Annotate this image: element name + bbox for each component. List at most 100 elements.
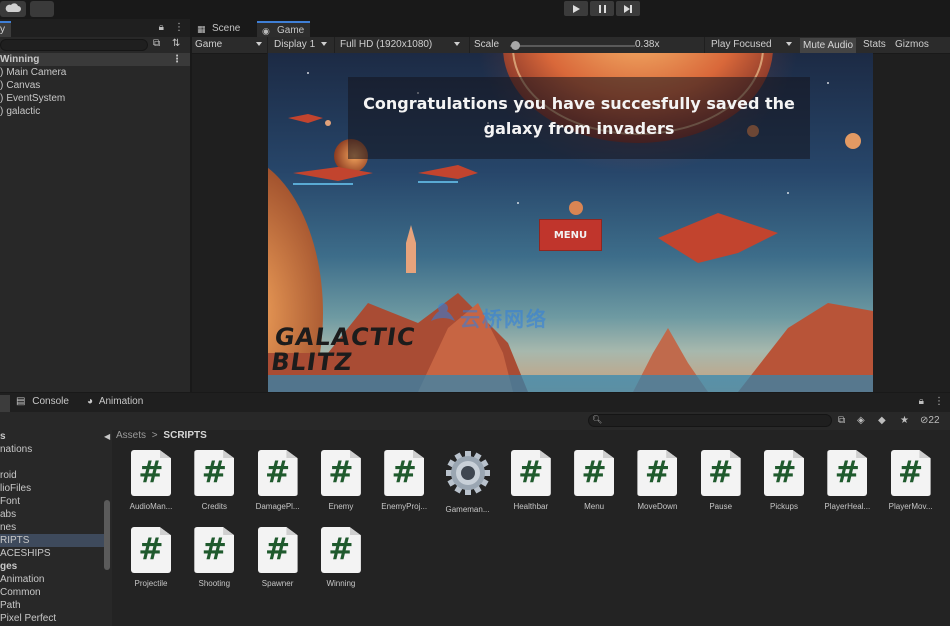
folder-tree-item[interactable] (0, 456, 108, 469)
play-mode-dropdown[interactable]: Play Focused (711, 39, 792, 50)
asset-item[interactable]: # Menu (565, 450, 623, 511)
asset-item[interactable]: # DamagePl... (249, 450, 307, 511)
folder-tree-item[interactable]: RIPTS (0, 534, 108, 547)
scale-slider-track[interactable] (510, 45, 635, 47)
hierarchy-item[interactable]: ) galactic (0, 105, 190, 118)
play-icon (572, 4, 580, 13)
chevron-down-icon (454, 42, 461, 47)
project-search-input[interactable]: 🔍︎ (588, 414, 832, 427)
folder-tree: s nations roid lioFiles Font abs nes RIPTS ACESH… (0, 430, 110, 626)
asset-name: Pause (709, 502, 733, 511)
scene-row[interactable]: Winning ⋮ (0, 53, 190, 66)
hierarchy-item[interactable]: ) Main Camera (0, 66, 190, 79)
folder-tree-item[interactable]: nes (0, 521, 108, 534)
display-dropdown[interactable]: Display 1 (274, 39, 328, 50)
asset-item[interactable]: # EnemyProj... (375, 450, 433, 511)
chevron-down-icon (785, 42, 792, 47)
lock-icon[interactable]: 🔒︎ (919, 396, 924, 407)
folder-tree-item[interactable]: Font (0, 495, 108, 508)
tab-hierarchy[interactable]: y (0, 21, 11, 37)
tab-game[interactable]: ◉ Game (257, 21, 311, 37)
asset-item[interactable]: # Healthbar (502, 450, 560, 511)
scale-slider-handle[interactable] (511, 41, 520, 50)
asset-item[interactable]: # Pickups (755, 450, 813, 511)
asset-item[interactable]: # PlayerHeal... (818, 450, 876, 511)
play-controls (562, 0, 642, 18)
step-button[interactable] (616, 1, 640, 16)
search-by-type-icon[interactable]: ⧉ (838, 415, 845, 426)
search-by-type-icon[interactable]: ⧉ (153, 38, 160, 49)
asset-item[interactable]: # Projectile (122, 527, 180, 588)
folder-tree-item[interactable]: nations (0, 443, 108, 456)
asset-name: DamagePl... (255, 502, 300, 511)
stats-button[interactable]: Stats (863, 39, 886, 50)
tab-project[interactable] (0, 395, 10, 412)
folder-tree-item[interactable]: ACESHIPS (0, 547, 108, 560)
tab-console[interactable]: ▤ Console (16, 396, 69, 407)
view-mode-dropdown[interactable]: Game (195, 39, 263, 50)
game-viewport[interactable]: Congratulations you have succesfully sav… (268, 53, 873, 392)
asset-item[interactable]: # AudioMan... (122, 450, 180, 511)
asset-name: AudioMan... (129, 502, 173, 511)
asset-name: PlayerMov... (888, 502, 933, 511)
folder-tree-item[interactable]: Pixel Perfect (0, 612, 108, 625)
folder-tree-item[interactable]: Path (0, 599, 108, 612)
asset-item[interactable]: # Enemy (312, 450, 370, 511)
folder-tree-item[interactable]: abs (0, 508, 108, 521)
folder-tree-item[interactable]: lioFiles (0, 482, 108, 495)
menu-button[interactable]: MENU (539, 219, 602, 251)
hierarchy-item[interactable]: ) Canvas (0, 79, 190, 92)
breadcrumb-assets[interactable]: Assets (116, 430, 146, 441)
asset-item[interactable]: # Shooting (185, 527, 243, 588)
account-button[interactable] (30, 1, 54, 17)
asset-item[interactable]: Gameman... (439, 450, 497, 514)
step-icon (624, 4, 632, 13)
csharp-script-icon: # (194, 527, 235, 573)
folder-tree-item[interactable]: s (0, 430, 108, 443)
folder-tree-scrollbar[interactable] (104, 500, 110, 570)
lock-icon[interactable]: 🔒︎ (159, 22, 164, 33)
hidden-packages-toggle[interactable]: ⊘22 (920, 415, 940, 426)
tab-animation[interactable]: ◕ Animation (87, 396, 143, 407)
favorite-star-icon[interactable]: ★ (900, 415, 909, 426)
scale-label: Scale (474, 39, 500, 50)
mute-audio-button[interactable]: Mute Audio (800, 38, 857, 53)
console-icon: ▤ (16, 396, 26, 407)
gameobject-icon: ) (0, 80, 4, 91)
resolution-dropdown[interactable]: Full HD (1920x1080) (340, 39, 461, 50)
csharp-script-icon: # (510, 450, 551, 496)
project-toolrow: 🔍︎ ⧉ ◈ ◆ ★ ⊘22 (0, 412, 950, 430)
asset-name: PlayerHeal... (824, 502, 871, 511)
sort-icon[interactable]: ⇅ (172, 38, 180, 49)
asset-name: Menu (584, 502, 605, 511)
folder-tree-item[interactable]: Common (0, 586, 108, 599)
asset-name: Pickups (769, 502, 798, 511)
label-icon[interactable]: ◆ (878, 415, 886, 426)
folder-tree-item[interactable]: roid (0, 469, 108, 482)
game-tabbar: ▦ Scene ◉ Game (192, 19, 950, 37)
hierarchy-item[interactable]: ) EventSystem (0, 92, 190, 105)
breadcrumb-scripts[interactable]: SCRIPTS (163, 430, 206, 441)
asset-item[interactable]: # PlayerMov... (882, 450, 940, 511)
asset-item[interactable]: # Pause (692, 450, 750, 511)
more-options-icon[interactable]: ⋮ (934, 396, 944, 407)
filter-icon[interactable]: ◈ (857, 415, 865, 426)
collapse-arrow-icon[interactable]: ◀ (104, 432, 110, 441)
hierarchy-search-input[interactable] (0, 39, 148, 51)
scene-menu-icon[interactable]: ⋮ (172, 53, 182, 66)
folder-tree-item[interactable]: Animation (0, 573, 108, 586)
cloud-button[interactable] (0, 1, 26, 17)
pause-button[interactable] (590, 1, 614, 16)
play-button[interactable] (564, 1, 588, 16)
csharp-script-icon: # (320, 527, 361, 573)
more-options-icon[interactable]: ⋮ (174, 22, 184, 33)
tab-scene[interactable]: ▦ Scene (192, 21, 246, 37)
folder-tree-item[interactable]: ges (0, 560, 108, 573)
asset-item[interactable]: # Winning (312, 527, 370, 588)
asset-item[interactable]: # MoveDown (628, 450, 686, 511)
csharp-script-icon: # (574, 450, 615, 496)
asset-item[interactable]: # Credits (185, 450, 243, 511)
gizmos-button[interactable]: Gizmos (895, 39, 929, 50)
asset-item[interactable]: # Spawner (249, 527, 307, 588)
hierarchy-search-row: ⧉ ⇅ (0, 37, 190, 53)
